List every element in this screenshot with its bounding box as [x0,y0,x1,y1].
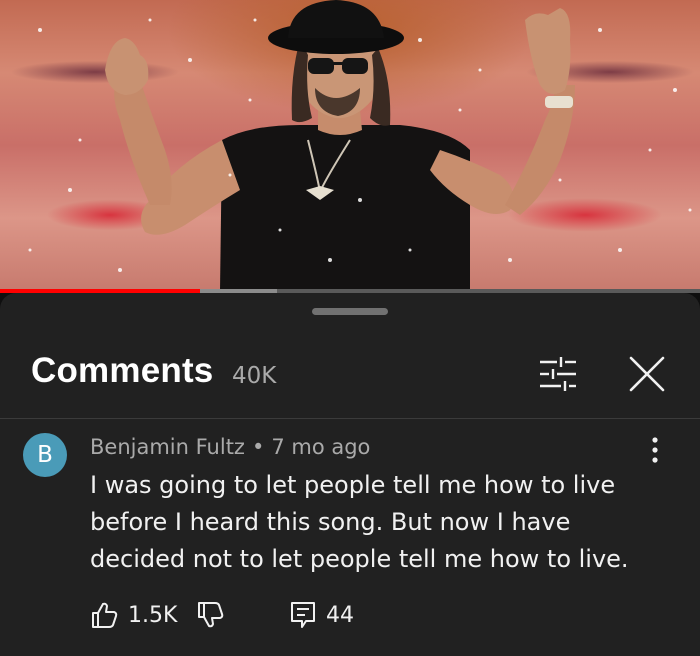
comment-count: 40K [232,363,277,389]
comments-panel: Comments 40K B Benjamin Fultz • 7 mo ago I… [0,293,700,656]
comment-time: 7 mo ago [271,435,371,459]
comment-line: before I heard this song. But now I have [90,508,571,536]
drag-handle[interactable] [312,308,388,315]
sliders-icon[interactable] [539,357,577,391]
dislike-button[interactable] [196,601,224,629]
comment-text: I was going to let people tell me how to… [90,467,650,578]
video-player[interactable] [0,0,700,291]
comment-meta: Benjamin Fultz • 7 mo ago [90,435,370,459]
panel-title: Comments [31,351,214,390]
avatar[interactable]: B [23,433,67,477]
reply-icon [291,602,315,628]
video-frame-image [28,0,692,291]
avatar-letter: B [37,442,53,468]
author-name[interactable]: Benjamin Fultz [90,435,245,459]
more-vertical-icon[interactable] [646,436,664,464]
like-count: 1.5K [128,602,178,628]
reply-count: 44 [326,602,354,628]
reply-button[interactable]: 44 [290,601,354,629]
thumbs-up-icon [92,602,118,628]
close-icon[interactable] [628,355,666,393]
comment-line: decided not to let people tell me how to… [90,545,629,573]
like-button[interactable]: 1.5K [90,601,177,629]
comment-line: I was going to let people tell me how to… [90,471,616,499]
thumbs-down-icon [198,602,224,628]
header-divider [0,418,700,419]
meta-separator: • [251,435,265,459]
